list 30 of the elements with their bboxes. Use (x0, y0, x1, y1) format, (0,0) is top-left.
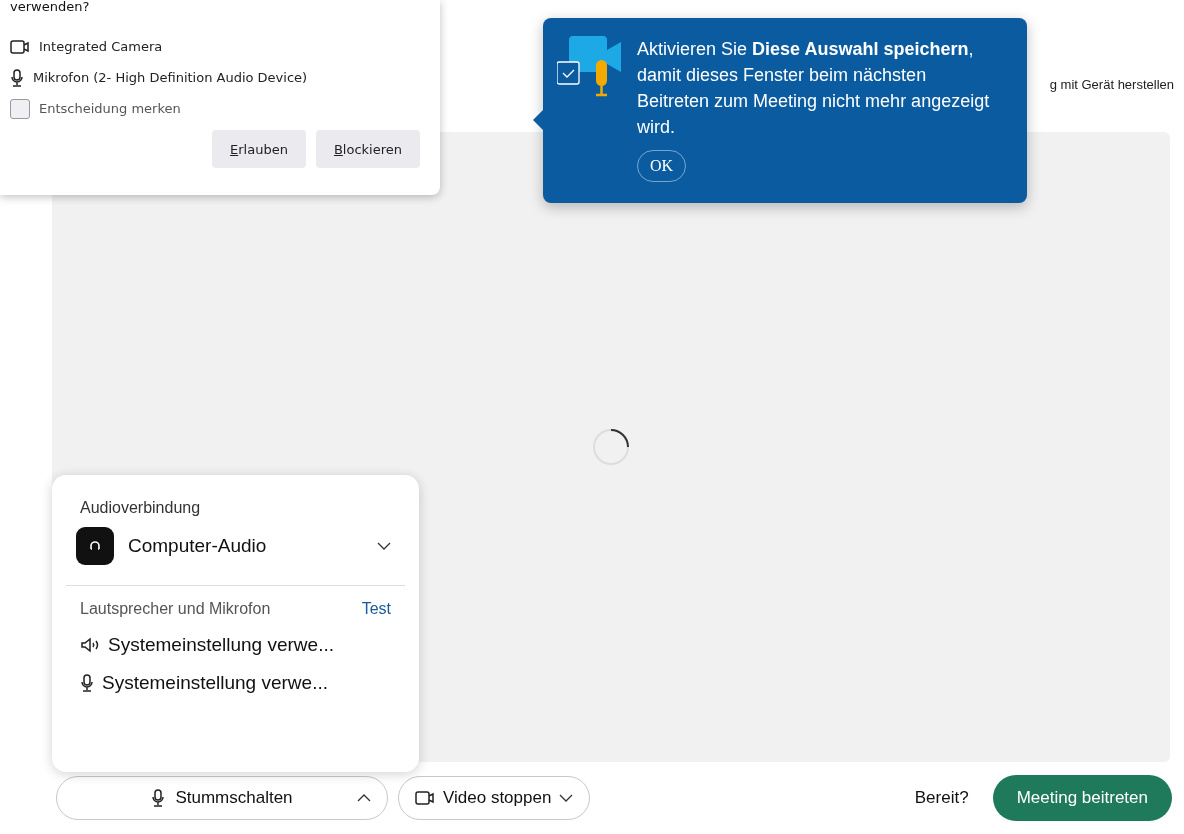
loading-spinner-icon (592, 428, 630, 466)
audio-connection-select[interactable]: Computer-Audio (128, 535, 363, 557)
device-setting[interactable]: Systemeinstellung verwe... (102, 672, 328, 694)
test-link[interactable]: Test (361, 600, 391, 618)
video-button[interactable]: Video stoppen (398, 776, 591, 820)
video-camera-icon (10, 38, 30, 55)
headset-icon (76, 527, 114, 565)
allow-button[interactable]: Erlauben (212, 130, 306, 168)
block-button[interactable]: Blockieren (315, 130, 420, 168)
chevron-icon (559, 794, 574, 802)
remember-checkbox[interactable] (10, 98, 30, 119)
microphone-icon (10, 68, 24, 87)
remember-label: Entscheidung merken (39, 101, 181, 116)
chevron-icon (377, 542, 391, 550)
devices-label: Lautsprecher und Mikrofon (80, 600, 271, 618)
ready-label: Bereit? (914, 788, 969, 808)
popup-title: verwenden? (10, 0, 91, 14)
device-label: Integrated Camera (39, 39, 163, 54)
tooltip-text: Aktivieren Sie Diese Auswahl speichern, damit dieses Fenster beim nächsten Beitreten zum Meeting nicht mehr angezeigt wird. (637, 38, 991, 139)
join-meeting-button[interactable]: Meeting beitreten (992, 775, 1172, 821)
chevron-icon (357, 794, 371, 802)
speaker-icon (80, 637, 100, 653)
header-hint-text: g mit Gerät herstellen (1049, 77, 1174, 92)
mute-button[interactable]: Stummschalten (56, 776, 388, 820)
microphone-icon (151, 789, 166, 807)
microphone-icon (80, 674, 94, 692)
device-setting[interactable]: Systemeinstellung verwe... (108, 634, 334, 656)
panel-title: Audioverbindung (79, 499, 202, 517)
device-label: Mikrofon (2- High Definition Audio Device) (33, 70, 308, 85)
video-camera-icon (415, 790, 435, 806)
